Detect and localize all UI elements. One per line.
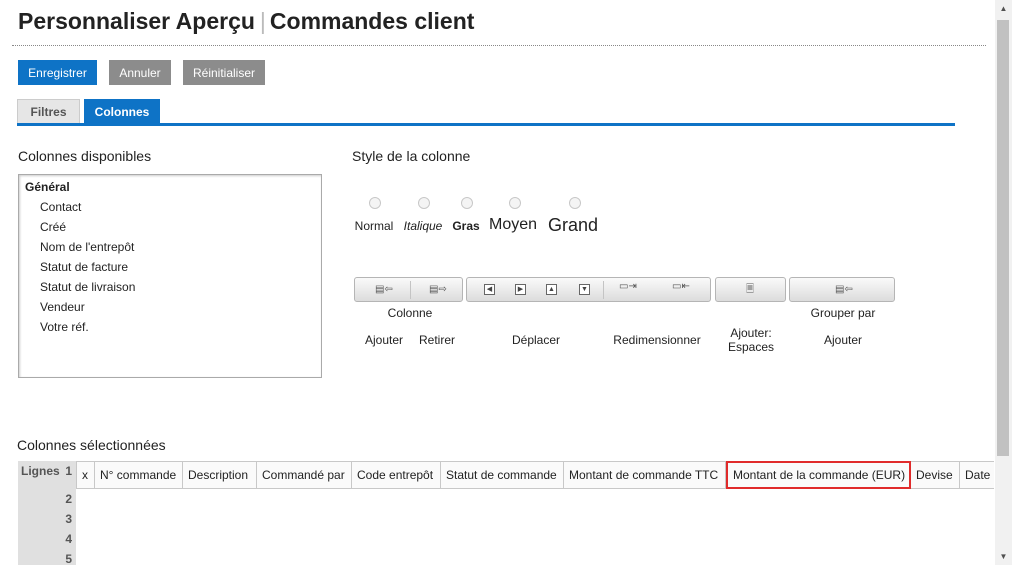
move-resize-group: ◀ ▶ ▲ ▼ ▭⇥ ▭⇤ — [466, 277, 711, 302]
rows-label: Lignes — [21, 464, 60, 478]
style-moyen-radio[interactable] — [509, 197, 521, 209]
group-by-add-icon[interactable]: ▤⇦ — [835, 284, 853, 296]
move-right-icon[interactable]: ▶ — [515, 284, 526, 295]
page-title: Personnaliser Aperçu | Commandes client — [18, 8, 474, 35]
tab-filtres[interactable]: Filtres — [17, 99, 80, 124]
add-column-icon[interactable]: ▤⇦ — [375, 284, 393, 296]
reset-button[interactable]: Réinitialiser — [183, 60, 265, 85]
vertical-scrollbar[interactable]: ▲ ▼ — [995, 0, 1012, 565]
row-number: 2 — [65, 492, 72, 506]
move-label: Déplacer — [511, 333, 561, 347]
title-separator: | — [259, 8, 266, 34]
list-item[interactable]: Votre réf. — [19, 317, 321, 337]
selected-columns-label: Colonnes sélectionnées — [17, 437, 166, 453]
column-add-remove-group: ▤⇦ ▤⇨ — [354, 277, 463, 302]
header-divider — [12, 45, 986, 46]
row-number: 5 — [65, 552, 72, 565]
move-down-icon[interactable]: ▼ — [579, 284, 590, 295]
move-up-icon[interactable]: ▲ — [546, 284, 557, 295]
list-group-general: Général — [25, 180, 70, 194]
column-header[interactable]: Commandé par — [257, 461, 352, 489]
list-item[interactable]: Statut de livraison — [19, 277, 321, 297]
button-separator — [603, 281, 604, 299]
style-gras-label: Gras — [452, 219, 480, 233]
style-italique-label: Italique — [403, 219, 443, 233]
column-header[interactable]: Description — [183, 461, 257, 489]
button-separator — [410, 281, 411, 299]
add-spaces-icon[interactable]: 🗏 — [746, 284, 754, 296]
style-gras-radio[interactable] — [461, 197, 473, 209]
style-normal-label: Normal — [354, 219, 394, 233]
remove-column-icon[interactable]: ▤⇨ — [429, 284, 447, 296]
column-header[interactable]: Code entrepôt — [352, 461, 441, 489]
cancel-button[interactable]: Annuler — [109, 60, 171, 85]
style-normal-radio[interactable] — [369, 197, 381, 209]
add-column-label: Ajouter — [364, 333, 404, 347]
column-header[interactable]: Devise — [911, 461, 960, 489]
group-by-add-label: Ajouter — [823, 333, 863, 347]
grouper-par-label: Grouper par — [810, 306, 876, 320]
list-item[interactable]: Vendeur — [19, 297, 321, 317]
row-number: 1 — [65, 464, 72, 478]
available-columns-list[interactable]: Général Contact Créé Nom de l'entrepôt S… — [18, 174, 322, 378]
column-header-highlighted[interactable]: Montant de la commande (EUR) — [726, 461, 911, 489]
group-by-group: ▤⇦ — [789, 277, 895, 302]
add-spaces-label-1: Ajouter: — [730, 326, 772, 340]
tab-underline — [17, 123, 955, 126]
widen-column-icon[interactable]: ▭⇥ — [619, 281, 637, 293]
list-item[interactable]: Créé — [19, 217, 321, 237]
column-header[interactable]: x — [76, 461, 95, 489]
tab-colonnes[interactable]: Colonnes — [84, 99, 160, 124]
style-grand-radio[interactable] — [569, 197, 581, 209]
list-item[interactable]: Contact — [19, 197, 321, 217]
column-header[interactable]: Statut de commande — [441, 461, 564, 489]
page-title-context: Commandes client — [269, 8, 475, 34]
list-item[interactable]: Nom de l'entrepôt — [19, 237, 321, 257]
narrow-column-icon[interactable]: ▭⇤ — [672, 281, 690, 293]
selected-columns-grid: Lignes 1 2 3 4 5 x N° commande Descripti… — [18, 461, 994, 565]
style-grand-label: Grand — [547, 215, 599, 235]
add-spaces-label-2: Espaces — [727, 340, 775, 354]
row-header-column: Lignes 1 2 3 4 5 — [18, 461, 76, 565]
save-button[interactable]: Enregistrer — [18, 60, 97, 85]
column-style-label: Style de la colonne — [352, 148, 471, 164]
move-left-icon[interactable]: ◀ — [484, 284, 495, 295]
page-title-main: Personnaliser Aperçu — [18, 8, 255, 34]
row-number: 3 — [65, 512, 72, 526]
colonne-label: Colonne — [387, 306, 433, 320]
scroll-down-icon[interactable]: ▼ — [995, 548, 1012, 565]
available-columns-label: Colonnes disponibles — [18, 148, 152, 164]
style-moyen-label: Moyen — [488, 216, 538, 233]
add-spaces-group: 🗏 — [715, 277, 786, 302]
column-header[interactable]: Date de — [960, 461, 994, 489]
remove-column-label: Retirer — [418, 333, 456, 347]
list-item[interactable]: Statut de facture — [19, 257, 321, 277]
style-italique-radio[interactable] — [418, 197, 430, 209]
resize-label: Redimensionner — [613, 333, 701, 347]
row-number: 4 — [65, 532, 72, 546]
scrollbar-thumb[interactable] — [997, 20, 1009, 456]
column-header[interactable]: N° commande — [95, 461, 183, 489]
scroll-up-icon[interactable]: ▲ — [995, 0, 1012, 17]
column-header[interactable]: Montant de commande TTC — [564, 461, 726, 489]
